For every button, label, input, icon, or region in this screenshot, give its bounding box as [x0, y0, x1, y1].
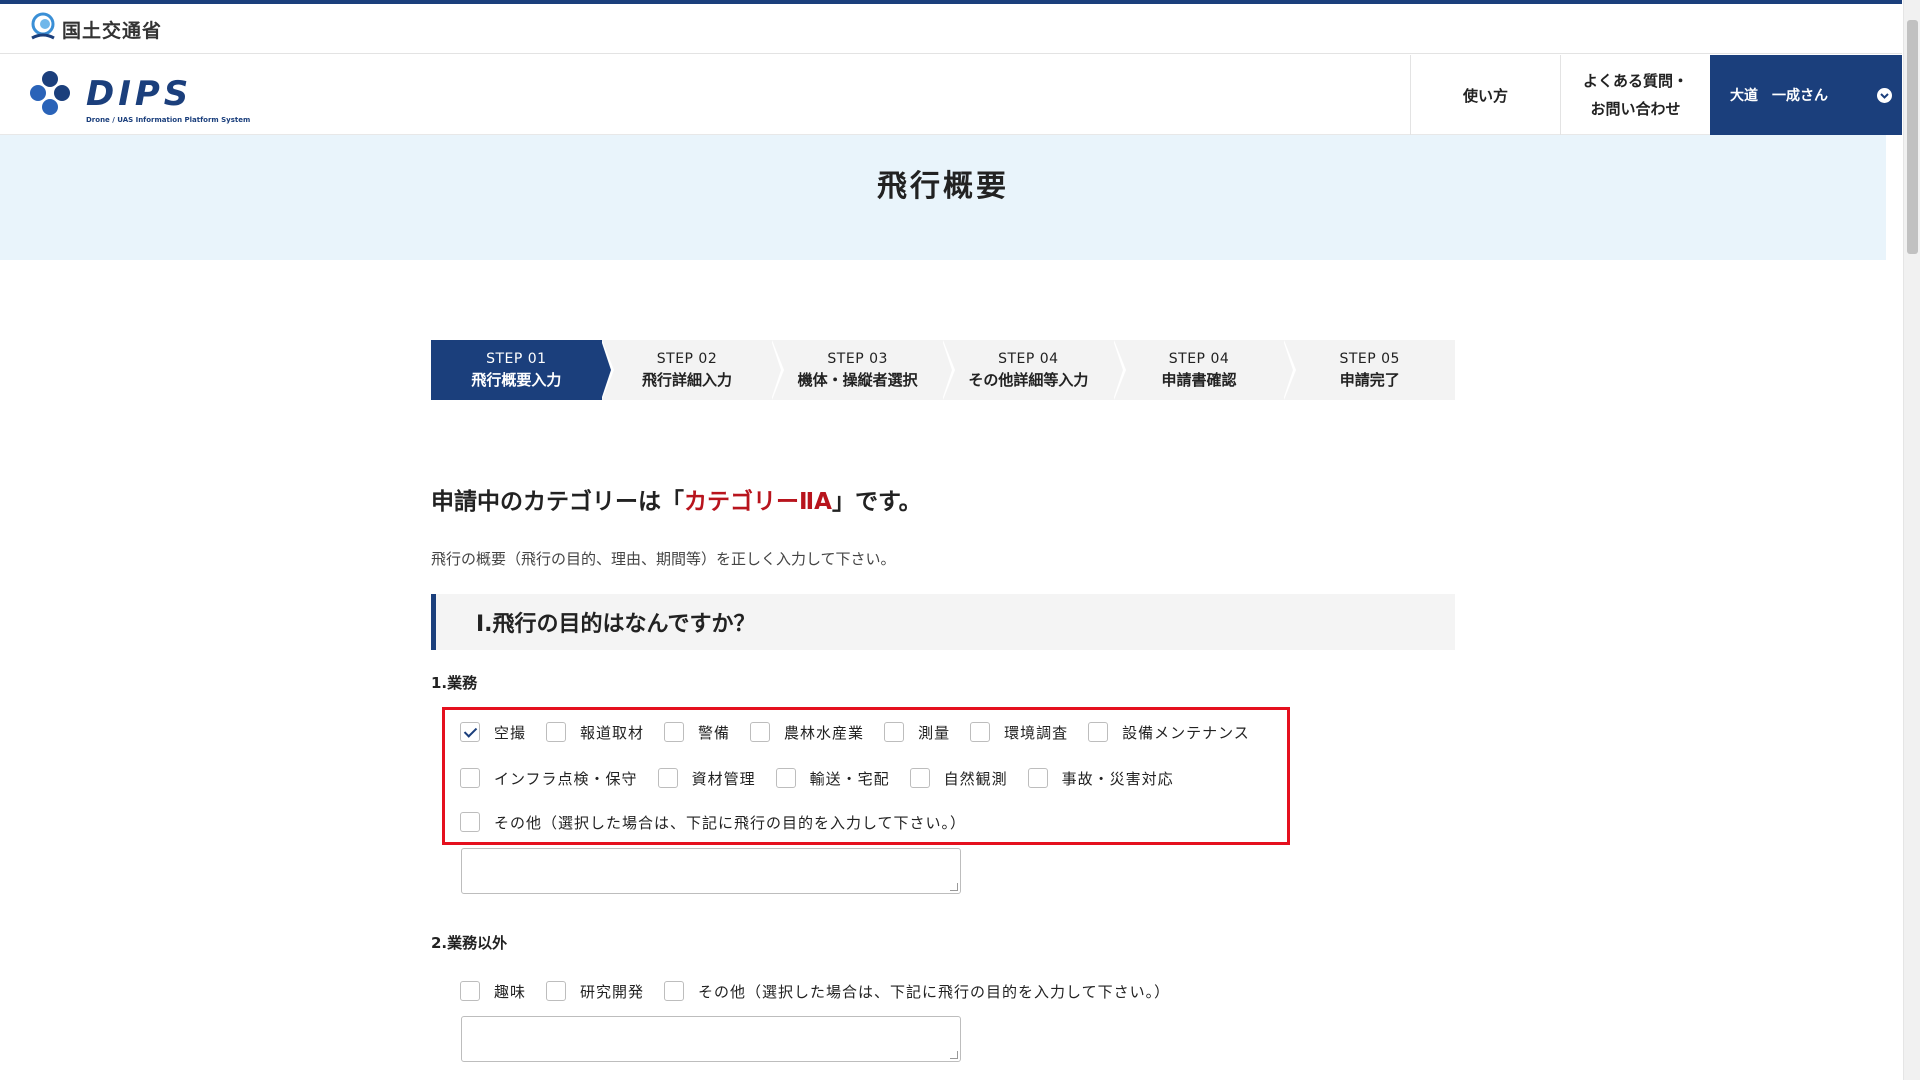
step-number: STEP 05 [1339, 351, 1400, 367]
dips-logo[interactable]: DIPS Drone / UAS Information Platform Sy… [28, 69, 250, 124]
checkbox-news-coverage[interactable]: 報道取材 [546, 722, 644, 743]
business-row-3: その他（選択した場合は、下記に飛行の目的を入力して下さい。） [460, 810, 986, 834]
checkbox-surveying[interactable]: 測量 [884, 722, 950, 743]
page-scrollbar[interactable] [1903, 0, 1920, 1080]
step-number: STEP 03 [827, 351, 888, 367]
ministry-name: 国土交通省 [62, 20, 163, 42]
non-business-row-1: 趣味 研究開発 その他（選択した場合は、下記に飛行の目的を入力して下さい。） [460, 979, 1190, 1003]
checkbox-environment-survey[interactable]: 環境調査 [970, 722, 1068, 743]
ministry-bar: 国土交通省 [0, 4, 1902, 54]
checkbox-nature-observation[interactable]: 自然観測 [909, 768, 1008, 789]
business-label: 1.業務 [431, 674, 478, 692]
category-name: カテゴリーⅡA [684, 489, 832, 515]
resize-grip-icon[interactable] [950, 883, 958, 891]
checkbox-equipment-maintenance[interactable]: 設備メンテナンス [1088, 722, 1250, 743]
step-6: STEP 05 申請完了 [1284, 340, 1456, 400]
step-number: STEP 01 [486, 351, 547, 367]
business-row-2: インフラ点検・保守 資材管理 輸送・宅配 自然観測 事故・災害対応 [460, 766, 1194, 790]
checkbox-infrastructure-inspection[interactable]: インフラ点検・保守 [460, 768, 638, 789]
site-header: DIPS Drone / UAS Information Platform Sy… [0, 55, 1902, 135]
step-label: 申請完了 [1339, 371, 1400, 389]
step-label: その他詳細等入力 [968, 371, 1089, 389]
svg-text:DIPS: DIPS [86, 74, 192, 114]
step-label: 飛行概要入力 [471, 371, 562, 389]
non-business-label: 2.業務以外 [431, 934, 508, 952]
intro-text: 飛行の概要（飛行の目的、理由、期間等）を正しく入力して下さい。 [431, 550, 896, 568]
checkbox-aerial-photo[interactable]: 空撮 [460, 722, 526, 743]
user-name: 大道 一成さん [1730, 88, 1828, 104]
non-business-other-textarea[interactable] [461, 1016, 961, 1062]
page-title-band: 飛行概要 [0, 135, 1886, 260]
step-3: STEP 03 機体・操縦者選択 [772, 340, 956, 400]
step-5: STEP 04 申請書確認 [1113, 340, 1297, 400]
user-menu[interactable]: 大道 一成さん [1710, 55, 1902, 135]
nav-faq-contact[interactable]: よくある質問・ お問い合わせ [1560, 55, 1710, 135]
mlit-logo-icon [31, 12, 55, 40]
step-number: STEP 04 [1168, 351, 1230, 367]
checkbox-transport-delivery[interactable]: 輸送・宅配 [775, 768, 890, 789]
step-label: 機体・操縦者選択 [797, 371, 918, 389]
section-heading-purpose: Ⅰ.飛行の目的はなんですか？ [431, 594, 1455, 650]
business-other-textarea[interactable] [461, 848, 961, 894]
nav-faq-line1: よくある質問・ [1582, 72, 1688, 90]
dips-logo-icon: DIPS [30, 71, 192, 115]
checkbox-security[interactable]: 警備 [664, 722, 730, 743]
checkbox-disaster-response[interactable]: 事故・災害対応 [1027, 768, 1174, 789]
step-number: STEP 02 [656, 351, 718, 367]
checkbox-material-management[interactable]: 資材管理 [657, 768, 756, 789]
nav-how-to-use[interactable]: 使い方 [1410, 55, 1560, 135]
checkbox-business-other[interactable]: その他（選択した場合は、下記に飛行の目的を入力して下さい。） [460, 812, 966, 833]
step-4: STEP 04 その他詳細等入力 [943, 340, 1126, 400]
scrollbar-thumb[interactable] [1907, 20, 1918, 254]
checkbox-agriculture[interactable]: 農林水産業 [750, 722, 864, 743]
checkbox-research-development[interactable]: 研究開発 [546, 981, 644, 1002]
chevron-down-icon [1877, 88, 1892, 103]
checkbox-hobby[interactable]: 趣味 [460, 981, 526, 1002]
category-heading: 申請中のカテゴリーは「カテゴリーⅡA」です。 [431, 489, 922, 515]
step-progress: STEP 01 飛行概要入力 STEP 02 飛行詳細入力 STEP 03 機体… [431, 340, 1456, 400]
step-number: STEP 04 [998, 351, 1059, 367]
checkbox-non-business-other[interactable]: その他（選択した場合は、下記に飛行の目的を入力して下さい。） [664, 981, 1170, 1002]
step-label: 申請書確認 [1161, 371, 1237, 389]
step-label: 飛行詳細入力 [642, 371, 733, 389]
page-title: 飛行概要 [877, 168, 1009, 204]
nav-faq-line2: お問い合わせ [1590, 100, 1681, 118]
resize-grip-icon[interactable] [950, 1051, 958, 1059]
step-2: STEP 02 飛行詳細入力 [601, 340, 785, 400]
checkbox-checked-icon[interactable] [460, 722, 480, 742]
dips-logo-subtitle: Drone / UAS Information Platform System [86, 116, 251, 124]
business-row-1: 空撮 報道取材 警備 農林水産業 測量 環境調査 設備メンテナンス [460, 720, 1270, 744]
step-1: STEP 01 飛行概要入力 [431, 340, 614, 400]
